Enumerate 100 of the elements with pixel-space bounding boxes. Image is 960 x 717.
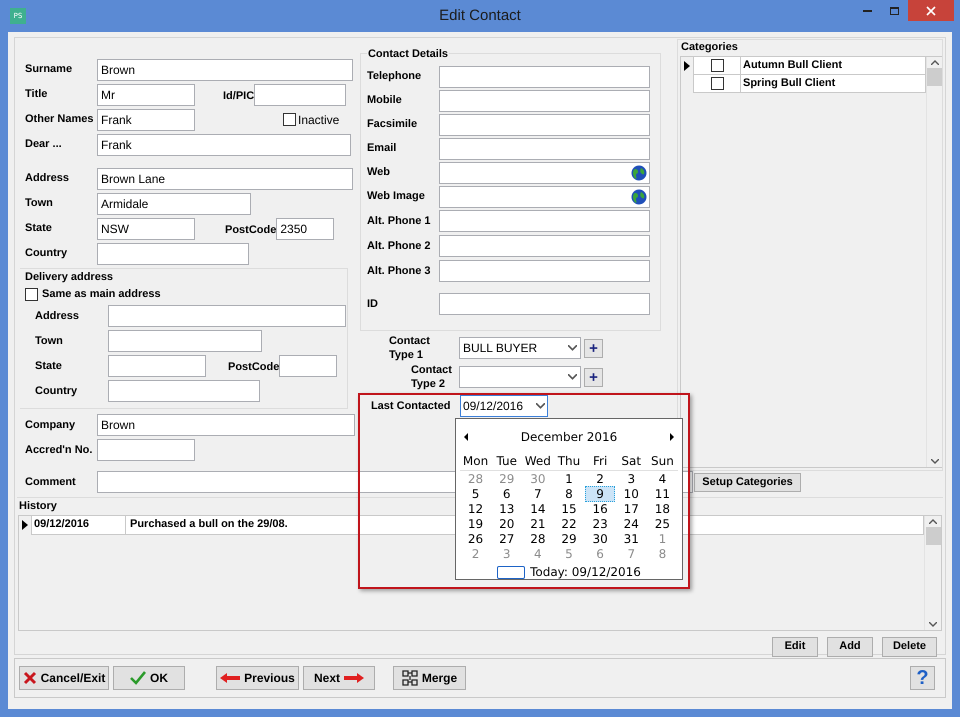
calendar-day[interactable]: 25: [647, 516, 678, 530]
text-field[interactable]: [254, 84, 346, 106]
field-label: Country: [35, 384, 78, 399]
calendar-day[interactable]: 17: [616, 502, 646, 516]
calendar-day[interactable]: 28: [522, 532, 553, 546]
field-label: Other Names: [25, 112, 94, 128]
dropdown[interactable]: [458, 366, 581, 388]
scroll-down-icon[interactable]: [929, 622, 937, 626]
field-label: Telephone: [366, 69, 422, 84]
scrollbar[interactable]: [924, 516, 941, 630]
footer-button[interactable]: Previous: [216, 666, 299, 690]
calendar-day[interactable]: 19: [460, 516, 491, 530]
text-field[interactable]: [438, 186, 650, 208]
checkbox[interactable]: [710, 58, 724, 72]
calendar-day[interactable]: 18: [647, 502, 678, 516]
history-action-button[interactable]: Add: [826, 636, 873, 656]
checkbox[interactable]: [283, 113, 296, 126]
text-field[interactable]: Mr: [97, 84, 195, 106]
text-field[interactable]: [279, 355, 338, 377]
text-field[interactable]: Brown: [97, 58, 353, 80]
scroll-up-icon[interactable]: [930, 60, 938, 64]
calendar-day[interactable]: 22: [554, 516, 584, 530]
calendar-day[interactable]: 9: [585, 486, 616, 502]
calendar-day[interactable]: 2: [585, 472, 616, 486]
history-action-button[interactable]: Delete: [882, 636, 937, 656]
calendar-day[interactable]: 21: [522, 516, 553, 530]
add-button[interactable]: +: [584, 338, 603, 358]
text-field[interactable]: [438, 114, 650, 136]
text-field[interactable]: Frank: [97, 108, 195, 130]
previous-month-icon[interactable]: [464, 433, 468, 441]
calendar-day[interactable]: 16: [585, 502, 616, 516]
calendar-day[interactable]: 24: [616, 516, 646, 530]
footer-button[interactable]: Merge: [393, 666, 466, 690]
calendar-day[interactable]: 4: [647, 472, 678, 486]
footer-button[interactable]: OK: [113, 666, 185, 690]
text-field[interactable]: [438, 235, 650, 257]
month-title[interactable]: December 2016: [520, 428, 618, 446]
text-field[interactable]: Armidale: [97, 192, 251, 214]
calendar-day[interactable]: 29: [554, 532, 584, 546]
text-field[interactable]: [438, 293, 650, 315]
checkbox[interactable]: [710, 76, 724, 90]
calendar-day[interactable]: 5: [460, 486, 491, 500]
calendar-day[interactable]: 15: [554, 502, 584, 516]
calendar-day[interactable]: 14: [522, 502, 553, 516]
calendar-day[interactable]: 20: [492, 516, 522, 530]
text-field[interactable]: [438, 66, 650, 88]
date-picker[interactable]: 09/12/2016: [460, 395, 548, 417]
text-field[interactable]: [438, 260, 650, 282]
scrollbar-thumb[interactable]: [927, 68, 942, 86]
scroll-down-icon[interactable]: [930, 459, 938, 464]
setup-categories-button[interactable]: Setup Categories: [694, 472, 801, 492]
help-button[interactable]: ?: [910, 666, 935, 690]
calendar-day[interactable]: 11: [647, 486, 678, 500]
calendar-day[interactable]: 23: [585, 516, 616, 530]
text-field[interactable]: [108, 330, 262, 352]
text-field[interactable]: [438, 138, 650, 160]
calendar-day[interactable]: 12: [460, 502, 491, 516]
text-field[interactable]: Brown: [97, 414, 355, 436]
calendar-day[interactable]: 10: [616, 486, 646, 500]
field-label: Alt. Phone 3: [366, 264, 432, 279]
footer-button[interactable]: Cancel/Exit: [19, 666, 109, 690]
history-action-button[interactable]: Edit: [772, 636, 818, 656]
text-field[interactable]: Frank: [97, 134, 351, 156]
next-month-icon[interactable]: [670, 433, 674, 441]
footer-button[interactable]: Next: [303, 666, 375, 690]
scroll-up-icon[interactable]: [929, 518, 937, 524]
calendar-day[interactable]: 31: [616, 532, 646, 546]
calendar-day[interactable]: 27: [492, 532, 522, 546]
calendar-day[interactable]: 1: [554, 472, 584, 486]
text-field[interactable]: [438, 162, 650, 184]
table-cell: Autumn Bull Client: [741, 56, 926, 74]
text-field[interactable]: [438, 90, 650, 112]
calendar-day[interactable]: 6: [492, 486, 522, 500]
scrollbar-thumb[interactable]: [926, 526, 940, 544]
calendar-day[interactable]: 26: [460, 532, 491, 546]
calendar-day[interactable]: 7: [522, 486, 553, 500]
text-field[interactable]: [108, 305, 346, 327]
text-field[interactable]: [97, 242, 249, 264]
calendar-day[interactable]: 3: [616, 472, 646, 486]
calendar-day[interactable]: 30: [585, 532, 616, 546]
scrollbar[interactable]: [926, 56, 942, 467]
text-field[interactable]: 2350: [276, 218, 334, 240]
today-link[interactable]: Today: 09/12/2016: [530, 563, 641, 581]
add-button[interactable]: +: [584, 368, 603, 386]
globe-icon[interactable]: [630, 164, 647, 180]
calendar-day[interactable]: 13: [492, 502, 522, 516]
text-field[interactable]: [108, 380, 260, 402]
calendar-day[interactable]: 8: [554, 486, 584, 500]
close-button[interactable]: [908, 0, 954, 21]
text-field[interactable]: [438, 210, 650, 232]
checkbox[interactable]: [25, 288, 38, 301]
dropdown[interactable]: BULL BUYER: [458, 337, 581, 359]
group-title: Categories: [680, 40, 739, 55]
text-field[interactable]: NSW: [97, 218, 195, 240]
right-arrow-icon: [344, 673, 364, 683]
text-field[interactable]: Brown Lane: [97, 168, 353, 190]
text-field[interactable]: [108, 355, 206, 377]
text-field[interactable]: [97, 439, 195, 461]
globe-icon[interactable]: [630, 188, 647, 204]
today-marker: [497, 566, 526, 578]
